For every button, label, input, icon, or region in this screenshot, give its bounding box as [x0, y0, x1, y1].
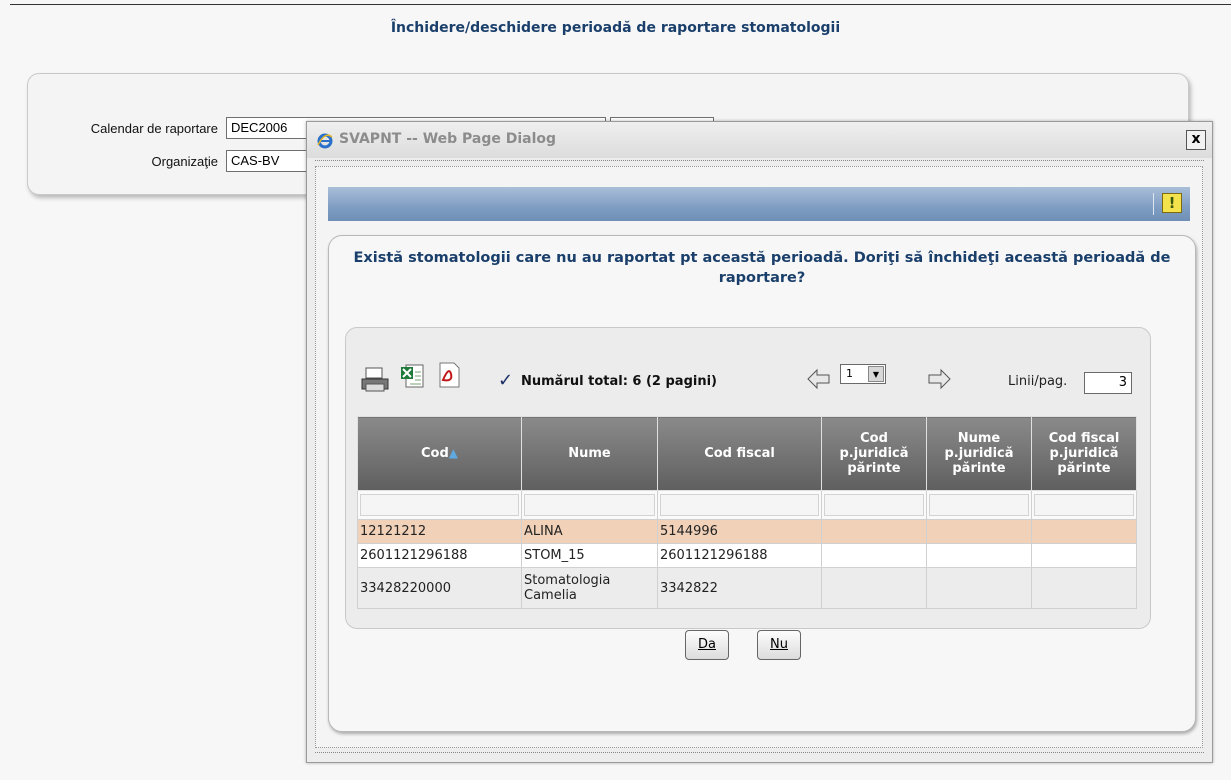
print-icon[interactable]: [360, 362, 390, 396]
content-panel: Există stomatologii care nu au raportat …: [328, 235, 1196, 732]
arrow-right-icon[interactable]: [926, 367, 952, 393]
dotted-divider-bottom: [315, 752, 1204, 753]
cell-cod-fiscal: 2601121296188: [657, 543, 822, 568]
page-title: Închidere/deschidere perioadă de raporta…: [390, 20, 841, 36]
filter-cell[interactable]: [521, 490, 658, 520]
table-header-row: Cod▲ Nume Cod fiscal Cod p.juridică pări…: [357, 416, 1137, 491]
cell-empty: [1031, 519, 1137, 544]
close-button[interactable]: x: [1186, 130, 1206, 150]
filter-cell[interactable]: [821, 490, 927, 520]
warning-icon: !: [1162, 193, 1182, 213]
column-header-cod[interactable]: Cod▲: [357, 416, 522, 491]
page-select[interactable]: 1 ▼: [840, 364, 886, 384]
confirm-question: Există stomatologii care nu au raportat …: [353, 250, 1171, 286]
cell-empty: [821, 519, 927, 544]
filter-cell[interactable]: [1031, 490, 1137, 520]
filter-cell[interactable]: [926, 490, 1032, 520]
cell-cod: 33428220000: [357, 567, 522, 609]
no-button-label: Nu: [770, 637, 788, 652]
column-header-nume[interactable]: Nume: [521, 416, 658, 491]
cell-cod: 2601121296188: [357, 543, 522, 568]
total-count: Numărul total: 6 (2 pagini): [521, 374, 717, 389]
page-select-value: 1: [846, 367, 853, 380]
table-row[interactable]: 2601121296188 STOM_15 2601121296188: [357, 543, 1137, 568]
no-button[interactable]: Nu: [757, 630, 801, 660]
column-header-cod-fiscal[interactable]: Cod fiscal: [657, 416, 822, 491]
dotted-divider: [315, 160, 1204, 161]
cell-empty: [926, 519, 1032, 544]
check-icon[interactable]: ✓: [498, 370, 513, 391]
sort-ascending-icon: ▲: [448, 446, 458, 460]
filter-cell[interactable]: [357, 490, 522, 520]
column-header-cod-parent[interactable]: Cod p.juridică părinte: [821, 416, 927, 491]
header-separator: [1153, 193, 1154, 215]
dialog-title: SVAPNT -- Web Page Dialog: [339, 131, 557, 147]
cell-nume: STOM_15: [521, 543, 658, 568]
cell-cod-fiscal: 3342822: [657, 567, 822, 609]
filter-cell[interactable]: [657, 490, 822, 520]
filter-row: [357, 490, 1137, 520]
yes-button[interactable]: Da: [685, 630, 729, 660]
grid-panel: ✓ Numărul total: 6 (2 pagini) 1 ▼ Linii/…: [345, 327, 1151, 629]
arrow-left-icon[interactable]: [806, 367, 832, 393]
cell-cod: 12121212: [357, 519, 522, 544]
ie-logo-icon: [317, 133, 333, 149]
rows-per-page-input[interactable]: 3: [1084, 372, 1132, 394]
yes-button-label: Da: [698, 637, 716, 652]
cell-empty: [821, 543, 927, 568]
cell-empty: [1031, 543, 1137, 568]
grid-toolbar: ✓ Numărul total: 6 (2 pagini) 1 ▼ Linii/…: [346, 358, 1150, 398]
cell-cod-fiscal: 5144996: [657, 519, 822, 544]
cell-empty: [926, 567, 1032, 609]
cell-empty: [926, 543, 1032, 568]
cell-empty: [1031, 567, 1137, 609]
dialog-body: ! Există stomatologii care nu au raporta…: [315, 166, 1203, 748]
cell-empty: [821, 567, 927, 609]
column-header-nume-parent[interactable]: Nume p.juridică părinte: [926, 416, 1032, 491]
results-table: Cod▲ Nume Cod fiscal Cod p.juridică pări…: [357, 416, 1137, 609]
excel-icon[interactable]: [398, 360, 428, 394]
column-header-cod-fiscal-parent[interactable]: Cod fiscal p.juridică părinte: [1031, 416, 1137, 491]
pdf-icon[interactable]: [434, 358, 464, 392]
organization-label: Organizaţie: [151, 154, 218, 169]
header-bar: !: [328, 187, 1190, 221]
top-divider: [10, 4, 1231, 5]
web-page-dialog: SVAPNT -- Web Page Dialog x ! Există sto…: [306, 121, 1213, 763]
cell-nume: Stomatologia Camelia: [521, 567, 658, 609]
rows-per-page-label: Linii/pag.: [1008, 374, 1068, 389]
dialog-titlebar: SVAPNT -- Web Page Dialog x: [307, 122, 1212, 158]
cell-nume: ALINA: [521, 519, 658, 544]
column-header-label: Cod: [420, 446, 449, 461]
table-row[interactable]: 33428220000 Stomatologia Camelia 3342822: [357, 567, 1137, 609]
calendar-label: Calendar de raportare: [90, 121, 218, 136]
table-row[interactable]: 12121212 ALINA 5144996: [357, 519, 1137, 544]
chevron-down-icon: ▼: [868, 366, 884, 382]
